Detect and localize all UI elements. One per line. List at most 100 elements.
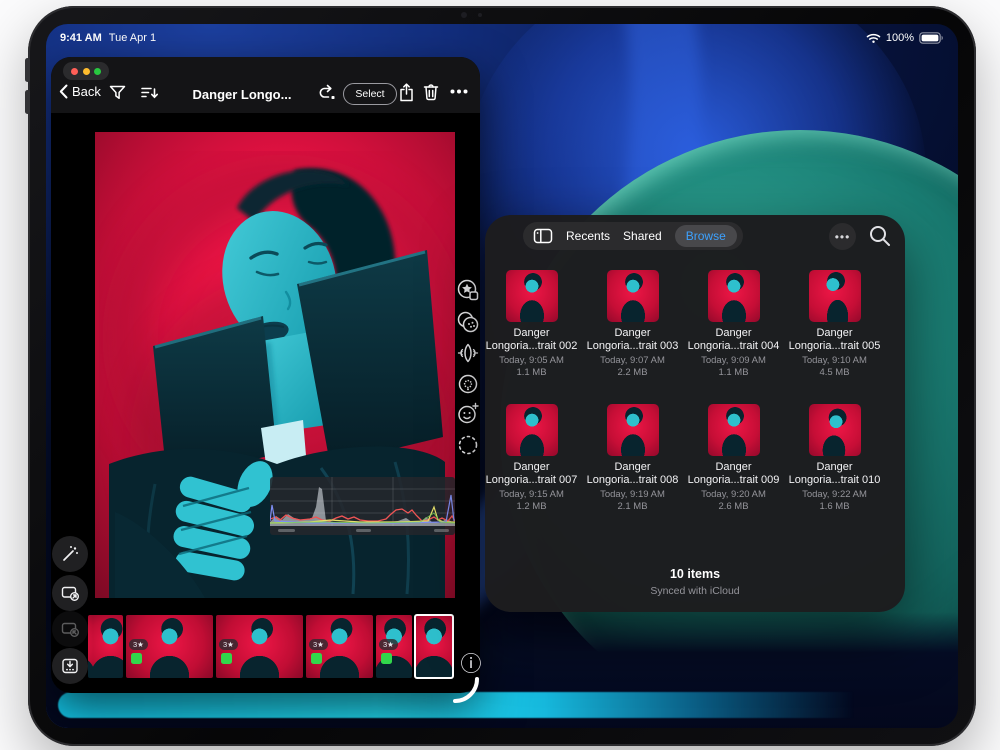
ipad-device: 9:41 AM Tue Apr 1 100% — [28, 6, 976, 746]
edited-indicator — [381, 653, 392, 664]
file-item[interactable]: Danger Longoria...trait 002 Today, 9:05 … — [484, 270, 580, 379]
reshape-tool-button[interactable] — [456, 341, 480, 365]
file-name-line1: Danger — [715, 461, 751, 474]
files-footer: 10 items Synced with iCloud — [485, 567, 905, 597]
files-grid: Danger Longoria...trait 002 Today, 9:05 … — [481, 270, 909, 513]
file-thumbnail — [506, 404, 558, 456]
filmstrip-thumb[interactable]: 3★ — [306, 615, 373, 678]
item-count: 10 items — [485, 567, 905, 581]
file-name-line2: Longoria...trait 007 — [486, 474, 578, 487]
copy-edits-button[interactable] — [52, 575, 88, 611]
select-button[interactable]: Select — [343, 83, 397, 105]
clone-tool-button[interactable] — [456, 372, 480, 396]
file-name-line1: Danger — [715, 327, 751, 340]
filmstrip-thumb[interactable]: 3★ — [216, 615, 303, 678]
files-browser-panel: Recents Shared Browse ••• Danger Longori… — [485, 215, 905, 612]
file-date: Today, 9:05 AM — [499, 355, 564, 367]
minimize-window-button[interactable] — [83, 68, 90, 75]
status-date: Tue Apr 1 — [109, 32, 156, 44]
front-camera — [461, 12, 467, 18]
file-name-line2: Longoria...trait 004 — [688, 340, 780, 353]
file-item[interactable]: Danger Longoria...trait 007 Today, 9:15 … — [484, 404, 580, 513]
file-date: Today, 9:07 AM — [600, 355, 665, 367]
file-name-line2: Longoria...trait 010 — [789, 474, 881, 487]
edited-indicator — [311, 653, 322, 664]
back-label: Back — [72, 84, 101, 99]
file-thumbnail — [708, 270, 760, 322]
document-title: Danger Longo... — [183, 87, 301, 102]
photo-editor-toolbar: Back Danger Longo... Se — [51, 79, 480, 111]
chevron-left-icon — [59, 84, 68, 99]
tab-shared[interactable]: Shared — [623, 229, 662, 243]
zoom-window-button[interactable] — [94, 68, 101, 75]
file-size: 1.2 MB — [516, 501, 546, 513]
file-thumbnail — [708, 404, 760, 456]
status-time: 9:41 AM — [60, 32, 102, 44]
file-thumbnail — [607, 270, 659, 322]
retouch-tool-button[interactable] — [456, 402, 480, 426]
file-item[interactable]: Danger Longoria...trait 004 Today, 9:09 … — [686, 270, 782, 379]
photo-editor-titlebar: Back Danger Longo... Se — [51, 57, 480, 113]
volume-up-button[interactable] — [25, 58, 30, 82]
share-button[interactable] — [399, 83, 414, 102]
more-button[interactable] — [450, 89, 468, 94]
back-button[interactable]: Back — [59, 84, 101, 99]
rating-badge: 3★ — [129, 639, 148, 650]
file-date: Today, 9:15 AM — [499, 489, 564, 501]
files-tab-bar: Recents Shared Browse — [523, 222, 743, 250]
file-item[interactable]: Danger Longoria...trait 010 Today, 9:22 … — [787, 404, 883, 513]
file-date: Today, 9:20 AM — [701, 489, 766, 501]
filmstrip-thumb[interactable]: 3★ — [126, 615, 213, 678]
file-size: 2.2 MB — [617, 367, 647, 379]
undo-button[interactable] — [317, 84, 337, 102]
filter-button[interactable] — [109, 85, 126, 101]
battery-icon — [919, 32, 944, 44]
filmstrip-thumb[interactable]: 3★ — [376, 615, 412, 678]
select-subject-tool-button[interactable] — [456, 433, 480, 457]
file-name-line1: Danger — [513, 327, 549, 340]
select-label: Select — [355, 88, 384, 100]
file-size: 1.1 MB — [718, 367, 748, 379]
paste-edits-button[interactable] — [52, 611, 88, 647]
filmstrip-thumb[interactable] — [88, 615, 123, 678]
file-item[interactable]: Danger Longoria...trait 005 Today, 9:10 … — [787, 270, 883, 379]
file-size: 4.5 MB — [819, 367, 849, 379]
ipad-screen: 9:41 AM Tue Apr 1 100% — [46, 24, 958, 728]
file-item[interactable]: Danger Longoria...trait 008 Today, 9:19 … — [585, 404, 681, 513]
file-name-line2: Longoria...trait 003 — [587, 340, 679, 353]
file-date: Today, 9:19 AM — [600, 489, 665, 501]
file-size: 1.1 MB — [516, 367, 546, 379]
sidebar-toggle-icon[interactable] — [533, 227, 553, 245]
file-name-line1: Danger — [816, 327, 852, 340]
file-size: 1.6 MB — [819, 501, 849, 513]
filmstrip-thumb-selected[interactable] — [415, 615, 453, 678]
presets-tool-button[interactable] — [456, 278, 480, 302]
file-date: Today, 9:09 AM — [701, 355, 766, 367]
info-button[interactable]: ⓘ — [459, 653, 483, 677]
edited-indicator — [221, 653, 232, 664]
files-search-button[interactable] — [867, 223, 893, 249]
volume-down-button[interactable] — [25, 90, 30, 114]
filters-tool-button[interactable] — [456, 310, 480, 334]
tab-browse[interactable]: Browse — [675, 225, 737, 247]
auto-enhance-button[interactable] — [52, 536, 88, 572]
rating-badge: 3★ — [309, 639, 328, 650]
files-more-button[interactable]: ••• — [829, 223, 856, 250]
export-button[interactable] — [52, 648, 88, 684]
trash-button[interactable] — [423, 83, 439, 101]
filmstrip: 3★ 3★ 3★ 3★ — [88, 615, 453, 678]
histogram-panel — [270, 477, 455, 535]
tab-recents[interactable]: Recents — [566, 229, 610, 243]
photo-canvas[interactable] — [95, 132, 455, 598]
sort-button[interactable] — [141, 85, 159, 101]
rating-badge: 3★ — [379, 639, 398, 650]
file-item[interactable]: Danger Longoria...trait 009 Today, 9:20 … — [686, 404, 782, 513]
info-icon: ⓘ — [461, 653, 482, 676]
close-window-button[interactable] — [71, 68, 78, 75]
window-controls — [63, 62, 109, 80]
file-item[interactable]: Danger Longoria...trait 003 Today, 9:07 … — [585, 270, 681, 379]
file-name-line1: Danger — [513, 461, 549, 474]
file-thumbnail — [809, 270, 861, 322]
battery-percent: 100% — [886, 32, 914, 44]
file-date: Today, 9:10 AM — [802, 355, 867, 367]
